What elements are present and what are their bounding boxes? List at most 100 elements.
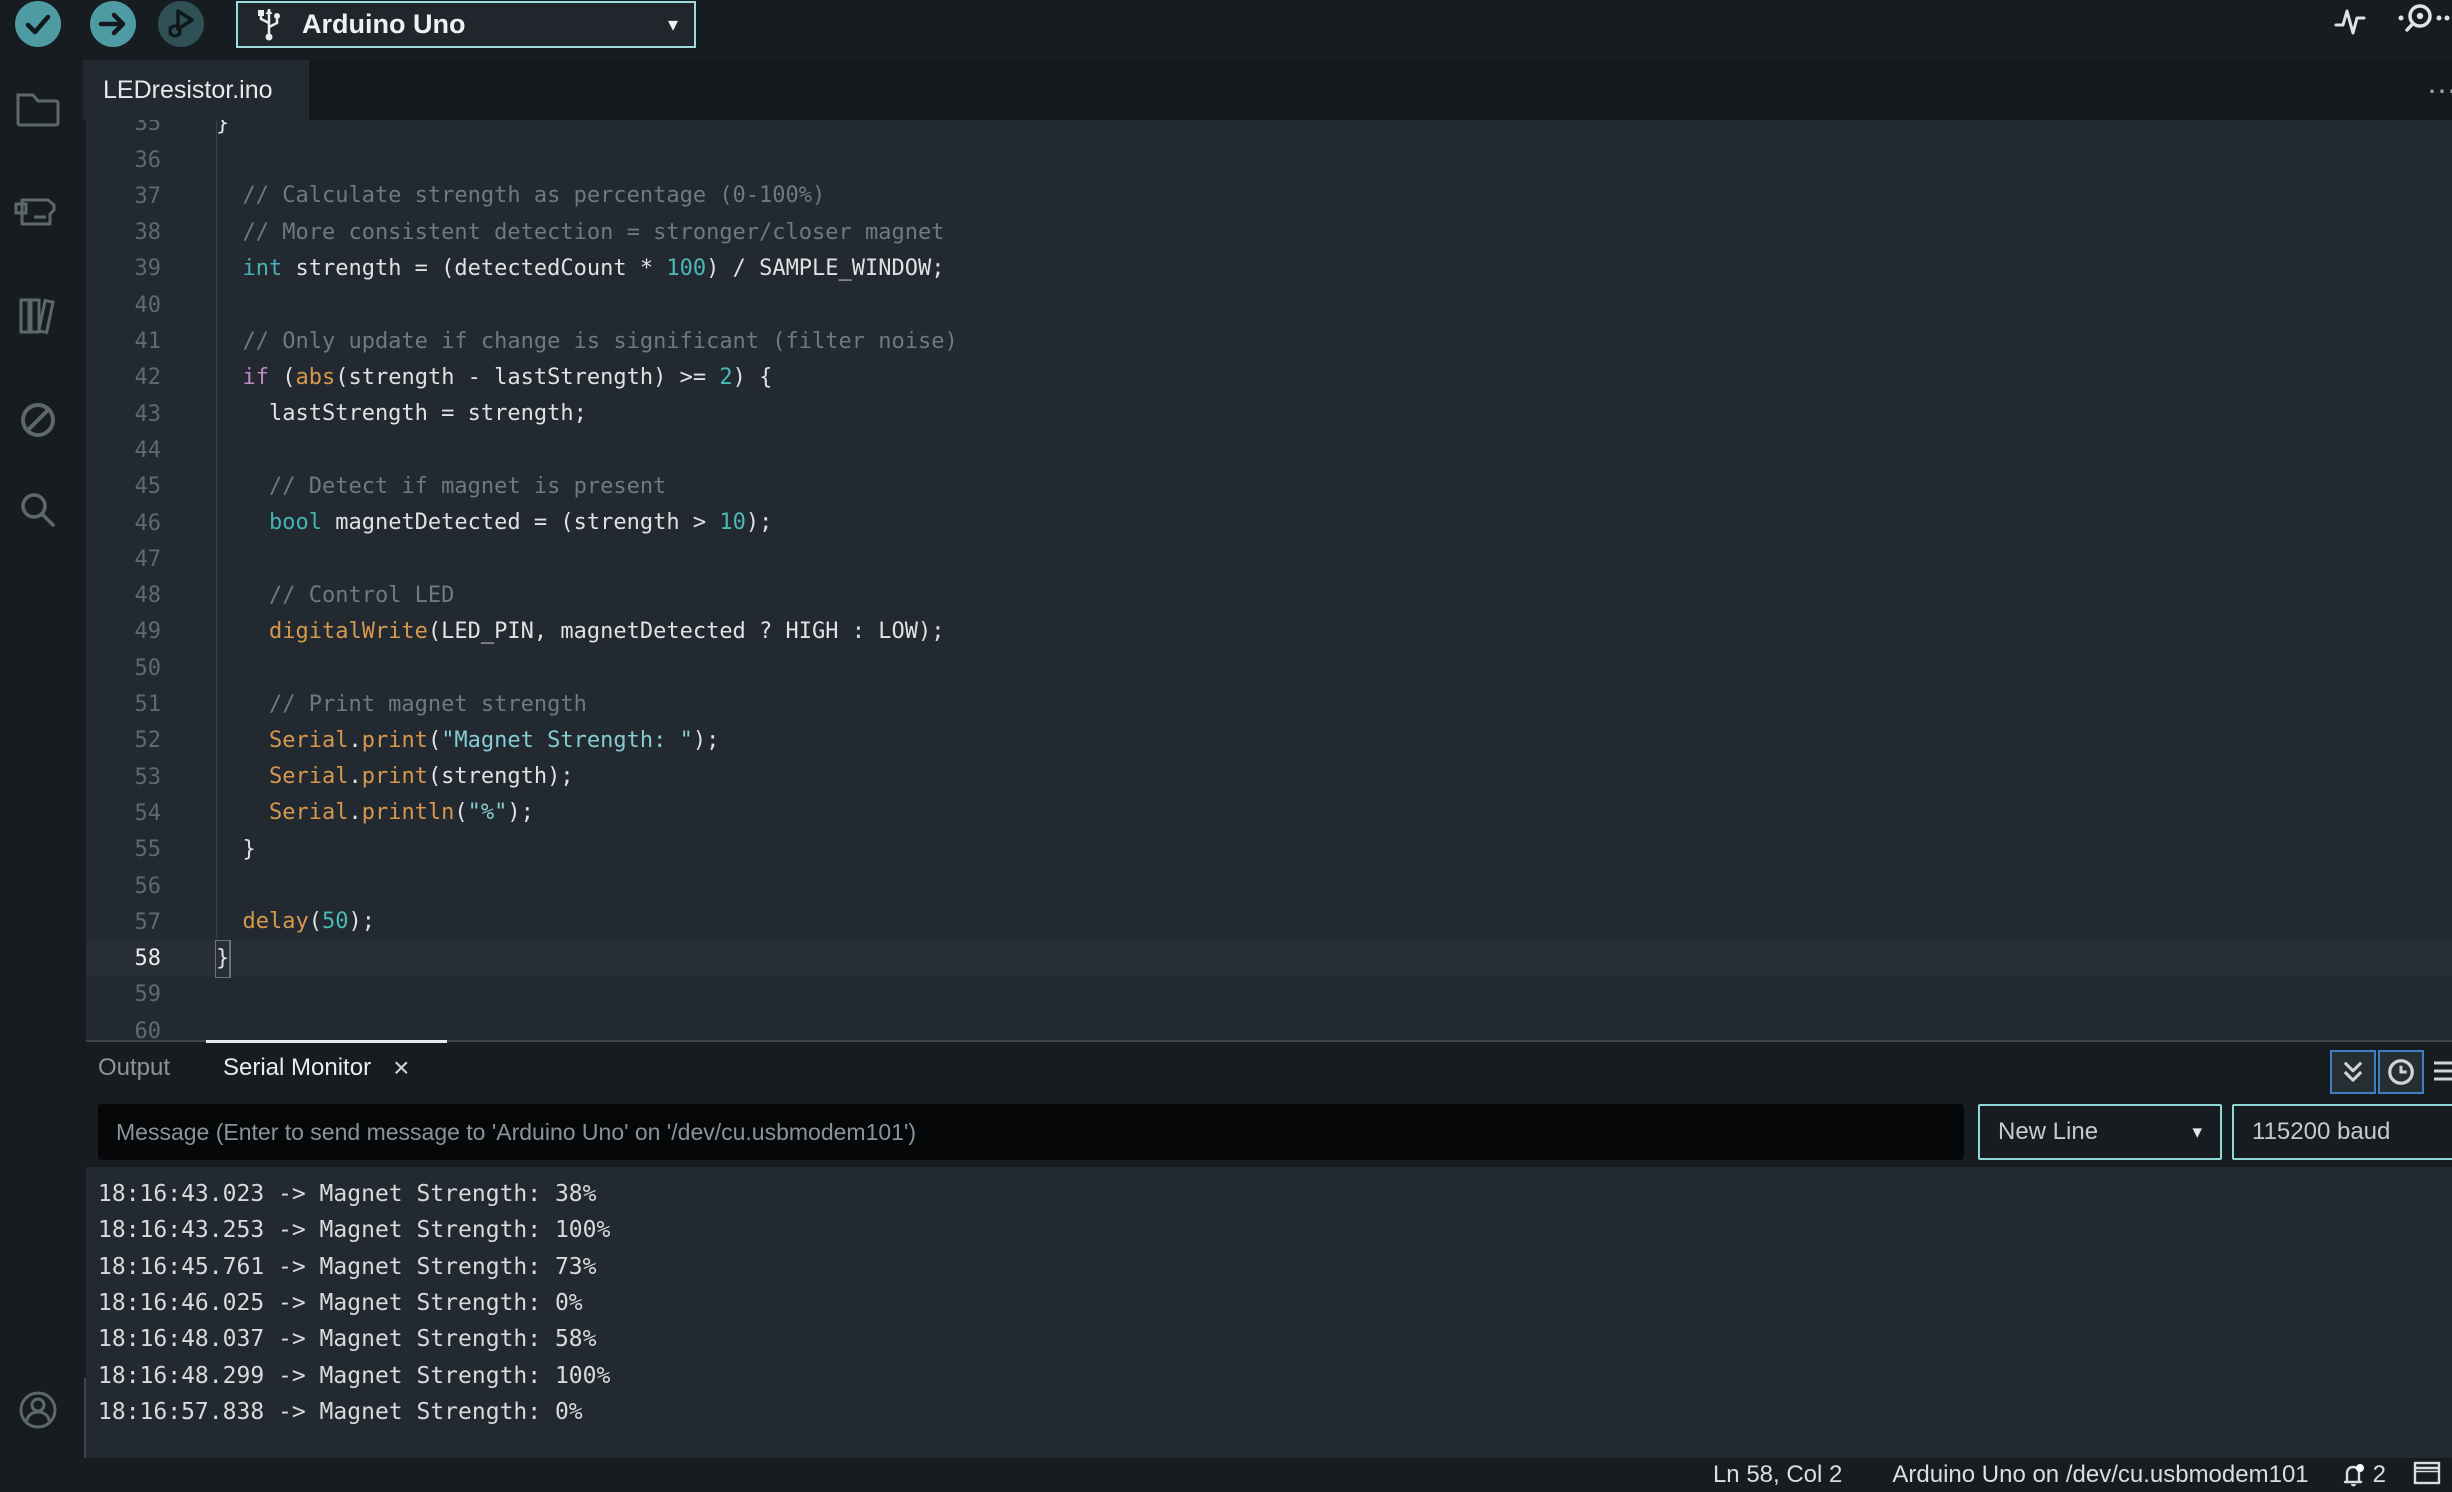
activity-sidebar xyxy=(0,60,86,1492)
line-number: 59 xyxy=(86,982,161,1007)
line-number: 39 xyxy=(86,256,161,281)
autoscroll-toggle-button[interactable] xyxy=(2330,1050,2376,1094)
line-number: 43 xyxy=(86,402,161,427)
line-number: 41 xyxy=(86,329,161,354)
code-editor[interactable]: 35} 36 37 // Calculate strength as percent… xyxy=(86,120,2452,1040)
editor-tab-bar: LEDresistor.ino ⋯ xyxy=(86,60,2452,120)
code-line-50[interactable]: 50 xyxy=(86,650,2452,686)
code-line-42[interactable]: 42 if (abs(strength - lastStrength) >= 2… xyxy=(86,360,2452,396)
tab-overflow-ellipsis-icon[interactable]: ⋯ xyxy=(2427,74,2452,109)
close-icon[interactable]: × xyxy=(393,1052,409,1084)
serial-monitor-button[interactable] xyxy=(2398,1,2452,46)
debug-button[interactable] xyxy=(158,1,204,47)
verify-button[interactable] xyxy=(15,1,61,47)
code-line-54[interactable]: 54 Serial.println("%"); xyxy=(86,795,2452,831)
serial-output-line: 18:16:57.838 -> Magnet Strength: 0% xyxy=(98,1394,583,1430)
line-number: 44 xyxy=(86,438,161,463)
hamburger-lines-icon[interactable] xyxy=(2432,1058,2452,1091)
serial-output-line: 18:16:43.023 -> Magnet Strength: 38% xyxy=(98,1176,597,1212)
line-ending-value: New Line xyxy=(1998,1118,2098,1146)
line-number: 48 xyxy=(86,583,161,608)
code-line-60[interactable]: 60 xyxy=(86,1013,2452,1040)
tab-title: LEDresistor.ino xyxy=(103,76,273,105)
panel-layout-button[interactable] xyxy=(2412,1460,2442,1491)
timestamp-toggle-button[interactable] xyxy=(2378,1050,2424,1094)
code-line-39[interactable]: 39 int strength = (detectedCount * 100) … xyxy=(86,251,2452,287)
line-number: 49 xyxy=(86,619,161,644)
code-line-37[interactable]: 37 // Calculate strength as percentage (… xyxy=(86,178,2452,214)
tab-output[interactable]: Output xyxy=(98,1042,170,1094)
serial-output-line: 18:16:48.037 -> Magnet Strength: 58% xyxy=(98,1321,597,1357)
code-line-45[interactable]: 45 // Detect if magnet is present xyxy=(86,469,2452,505)
code-line-52[interactable]: 52 Serial.print("Magnet Strength: "); xyxy=(86,723,2452,759)
line-number: 47 xyxy=(86,547,161,572)
code-line-58[interactable]: 58} xyxy=(86,941,2452,977)
line-number: 58 xyxy=(86,946,161,971)
line-number: 60 xyxy=(86,1019,161,1040)
line-number: 42 xyxy=(86,365,161,390)
code-line-47[interactable]: 47 xyxy=(86,541,2452,577)
serial-output-line: 18:16:48.299 -> Magnet Strength: 100% xyxy=(98,1358,610,1394)
code-line-46[interactable]: 46 bool magnetDetected = (strength > 10)… xyxy=(86,505,2452,541)
tab-serial-monitor[interactable]: Serial Monitor × xyxy=(223,1042,409,1094)
line-ending-dropdown[interactable]: New Line ▾ xyxy=(1978,1104,2222,1160)
double-chevron-down-icon xyxy=(2339,1058,2367,1086)
code-line-56[interactable]: 56 xyxy=(86,868,2452,904)
boards-manager-icon[interactable] xyxy=(12,186,64,238)
search-icon[interactable] xyxy=(12,484,64,536)
code-line-36[interactable]: 36 xyxy=(86,142,2452,178)
usb-icon xyxy=(254,1,284,48)
code-line-49[interactable]: 49 digitalWrite(LED_PIN, magnetDetected … xyxy=(86,614,2452,650)
upload-button[interactable] xyxy=(90,1,136,47)
code-line-40[interactable]: 40 xyxy=(86,287,2452,323)
serial-message-input[interactable] xyxy=(98,1104,1964,1160)
code-line-59[interactable]: 59 xyxy=(86,977,2452,1013)
code-line-53[interactable]: 53 Serial.print(strength); xyxy=(86,759,2452,795)
sketchbook-folder-icon[interactable] xyxy=(12,82,64,134)
notifications-button[interactable]: 2 xyxy=(2339,1460,2386,1490)
code-line-41[interactable]: 41 // Only update if change is significa… xyxy=(86,324,2452,360)
board-selector-dropdown[interactable]: Arduino Uno ▾ xyxy=(236,1,696,48)
code-line-43[interactable]: 43 lastStrength = strength; xyxy=(86,396,2452,432)
notification-bell-icon xyxy=(2339,1460,2367,1490)
code-line-51[interactable]: 51 // Print magnet strength xyxy=(86,687,2452,723)
line-number: 46 xyxy=(86,511,161,536)
serial-monitor-output[interactable]: 18:16:43.023 -> Magnet Strength: 38% 18:1… xyxy=(86,1167,2452,1460)
line-number: 36 xyxy=(86,148,161,173)
account-person-icon[interactable] xyxy=(12,1384,64,1436)
code-line-38[interactable]: 38 // More consistent detection = strong… xyxy=(86,215,2452,251)
board-selector-label: Arduino Uno xyxy=(302,9,465,40)
line-number: 54 xyxy=(86,801,161,826)
code-line-44[interactable]: 44 xyxy=(86,432,2452,468)
tab-ledresistor-ino[interactable]: LEDresistor.ino xyxy=(83,60,309,120)
baud-rate-dropdown[interactable]: 115200 baud ▾ xyxy=(2232,1104,2452,1160)
line-number: 53 xyxy=(86,765,161,790)
line-number: 52 xyxy=(86,728,161,753)
debug-disabled-icon[interactable] xyxy=(12,394,64,446)
code-line-57[interactable]: 57 delay(50); xyxy=(86,904,2452,940)
code-line-55[interactable]: 55 } xyxy=(86,832,2452,868)
board-port-status[interactable]: Arduino Uno on /dev/cu.usbmodem101 xyxy=(1892,1461,2308,1489)
serial-output-line: 18:16:45.761 -> Magnet Strength: 73% xyxy=(98,1249,597,1285)
library-manager-icon[interactable] xyxy=(12,290,64,342)
line-number: 56 xyxy=(86,874,161,899)
line-number: 55 xyxy=(86,837,161,862)
top-toolbar: Arduino Uno ▾ xyxy=(0,0,2452,60)
notification-count: 2 xyxy=(2373,1461,2386,1489)
clock-icon xyxy=(2386,1057,2416,1087)
magnifier-dot-icon xyxy=(2398,1,2452,41)
tab-serial-monitor-label: Serial Monitor xyxy=(223,1054,371,1082)
status-bar: Ln 58, Col 2 Arduino Uno on /dev/cu.usbm… xyxy=(0,1458,2452,1492)
panel-layout-icon xyxy=(2412,1460,2442,1486)
bottom-panel: Output Serial Monitor × New Line ▾ 11520… xyxy=(86,1040,2452,1458)
cursor-position[interactable]: Ln 58, Col 2 xyxy=(1713,1461,1842,1489)
line-number: 35 xyxy=(86,120,161,136)
tab-output-label: Output xyxy=(98,1054,170,1082)
line-number: 51 xyxy=(86,692,161,717)
code-line-35[interactable]: 35} xyxy=(86,120,2452,142)
serial-plotter-button[interactable] xyxy=(2330,1,2370,46)
code-line-48[interactable]: 48 // Control LED xyxy=(86,578,2452,614)
line-number: 38 xyxy=(86,220,161,245)
serial-output-line: 18:16:46.025 -> Magnet Strength: 0% xyxy=(98,1285,583,1321)
chevron-down-icon: ▾ xyxy=(2192,1121,2202,1144)
